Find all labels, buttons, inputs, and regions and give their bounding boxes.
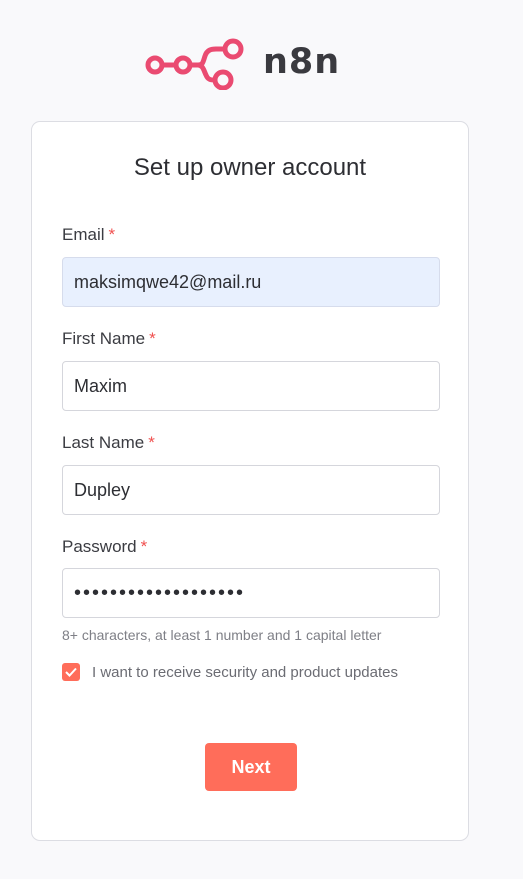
brand-name: n8n — [263, 41, 341, 82]
email-label: Email * — [62, 225, 116, 244]
n8n-logo: n8n — [143, 38, 340, 90]
password-label: Password * — [62, 537, 148, 556]
first-name-field[interactable]: Maxim — [62, 361, 440, 411]
first-name-label: First Name * — [62, 329, 156, 348]
required-mark: * — [108, 225, 116, 244]
check-icon — [65, 667, 77, 677]
email-field[interactable]: maksimqwe42@mail.ru — [62, 257, 440, 307]
updates-checkbox-label: I want to receive security and product u… — [92, 663, 399, 681]
last-name-label: Last Name * — [62, 433, 155, 452]
setup-card: Set up owner account Email * maksimqwe42@… — [31, 121, 469, 841]
last-name-field[interactable]: Dupley — [62, 465, 440, 515]
updates-checkbox[interactable] — [62, 663, 80, 681]
n8n-logo-icon — [145, 38, 244, 90]
next-button[interactable]: Next — [205, 743, 297, 791]
required-mark: * — [140, 537, 148, 556]
password-field[interactable]: ••••••••••••••••••• — [62, 568, 440, 618]
required-mark: * — [149, 329, 156, 348]
page-title: Set up owner account — [133, 154, 367, 181]
password-hint: 8+ characters, at least 1 number and 1 c… — [62, 627, 382, 643]
updates-checkbox-row[interactable]: I want to receive security and product u… — [62, 663, 398, 681]
required-mark: * — [148, 433, 155, 452]
